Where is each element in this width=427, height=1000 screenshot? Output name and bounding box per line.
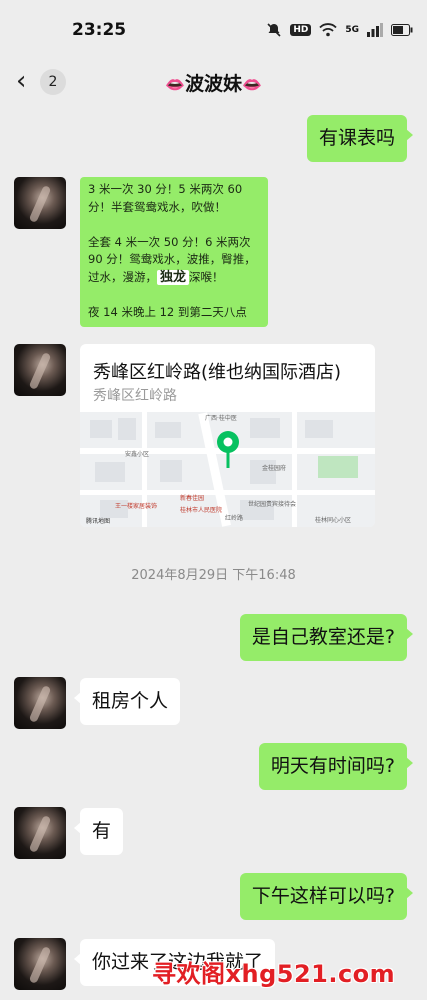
network-label: 5G [345,25,359,35]
map-label: 广西·桂中医 [205,414,237,422]
message-image-rates[interactable]: 3 米一次 30 分！5 米两次 60 分！半套鸳鸯戏水，吹做！ 全套 4 米一… [80,177,268,327]
status-time: 23:25 [72,20,127,40]
rates-line: 夜 14 米晚上 12 到第二天八点 [88,304,247,319]
message-received[interactable]: 租房个人 [73,678,181,725]
hd-icon: HD [290,24,312,36]
lips-emoji-icon: 👄 [242,75,262,94]
wifi-icon [319,23,337,37]
lips-emoji-icon: 👄 [165,75,185,94]
message-text: 有 [92,820,112,842]
location-address: 秀峰区红岭路 [93,388,177,404]
message-sent[interactable]: 是自己教室还是? [239,614,414,661]
chat-timestamp: 2024年8月29日 下午16:48 [131,568,296,583]
map-label: 桂林同心小区 [315,516,351,524]
rates-line: 全套 4 米一次 50 分！6 米两次 90 分！鸳鸯戏水，波推，臀推，过水，漫… [88,234,256,285]
map-label: 新春佳园 [180,494,204,502]
mute-icon [267,23,281,37]
map-label: 世纪园贵宾接待会 [248,500,296,508]
rates-highlight: 独龙 [157,269,190,285]
location-name: 秀峰区红岭路(维也纳国际酒店) [93,362,342,383]
message-sent[interactable]: 下午这样可以吗? [239,873,414,920]
message-text: 租房个人 [92,690,169,712]
status-icons: HD 5G [266,22,413,38]
message-text: 下午这样可以吗? [251,885,395,907]
message-received[interactable]: 有 [73,808,124,855]
contact-avatar[interactable] [14,677,66,729]
contact-avatar[interactable] [14,938,66,990]
contact-name: 波波妹 [184,73,242,95]
battery-icon [391,24,413,36]
contact-avatar[interactable] [14,177,66,229]
message-text: 明天有时间吗? [270,755,395,777]
status-bar: 23:25 HD 5G [0,0,427,60]
map-label: 腾讯地图 [86,517,110,525]
location-card[interactable]: 秀峰区红岭路(维也纳国际酒店) 秀峰区红岭路 广西·桂中医 安鑫小区 金桂园府 … [80,344,375,527]
chat-title: 👄波波妹👄 [0,69,427,96]
signal-icon [367,23,383,37]
map-preview: 广西·桂中医 安鑫小区 金桂园府 世纪园贵宾接待会 桂林市人民医院 腾讯地图 红… [80,412,375,527]
map-label: 金桂园府 [262,464,286,472]
contact-avatar[interactable] [14,344,66,396]
message-text: 是自己教室还是? [251,626,395,648]
message-sent[interactable]: 明天有时间吗? [258,743,414,790]
rates-line: 3 米一次 30 分！5 米两次 60 分！半套鸳鸯戏水，吹做！ [88,182,243,214]
map-label: 王一楼家居装饰 [115,502,157,510]
map-label: 红岭路 [225,514,243,522]
watermark: 寻欢阁xhg521.com [152,960,396,988]
message-text: 有课表吗 [318,127,395,149]
contact-avatar[interactable] [14,807,66,859]
chat-header: ‹ 2 👄波波妹👄 [0,60,427,104]
message-sent[interactable]: 有课表吗 [306,115,414,162]
map-label: 安鑫小区 [125,450,149,458]
map-label: 桂林市人民医院 [180,506,222,514]
